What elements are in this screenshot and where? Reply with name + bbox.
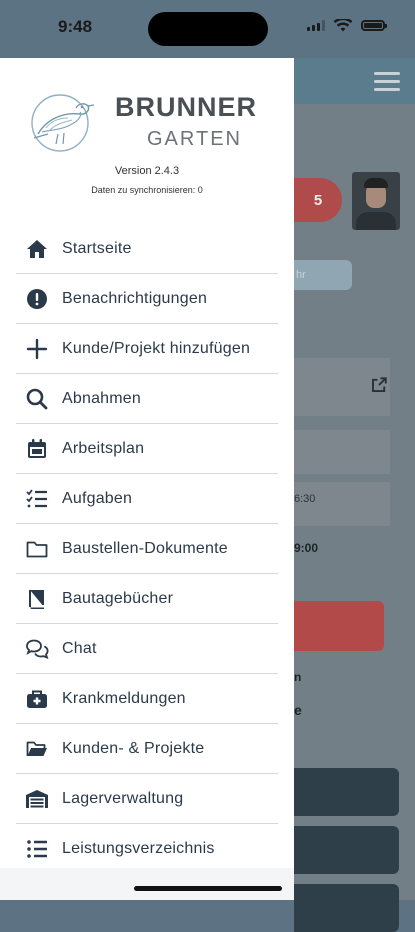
sync-status: Daten zu synchronisieren: 0: [91, 185, 203, 195]
notification-count-badge[interactable]: 5: [294, 178, 342, 222]
menu-item-chat[interactable]: Chat: [16, 624, 278, 674]
menu-item-krankmeldungen[interactable]: Krankmeldungen: [16, 674, 278, 724]
background-dark-button[interactable]: [294, 768, 399, 816]
chat-icon: [24, 636, 50, 662]
bird-logo-icon: [31, 94, 95, 152]
menu-item-label: Bautagebücher: [62, 589, 174, 607]
battery-icon: [361, 20, 387, 31]
menu-item-label: Aufgaben: [62, 489, 133, 507]
brand-name: BRUNNER: [115, 92, 257, 122]
menu-item-label: Kunde/Projekt hinzufügen: [62, 339, 251, 357]
menu-item-startseite[interactable]: Startseite: [16, 224, 278, 274]
list-icon: [24, 836, 50, 862]
alert-circle-icon: [24, 286, 50, 312]
navigation-drawer: BRUNNER GARTEN Version 2.4.3 Daten zu sy…: [0, 58, 294, 900]
hamburger-menu-icon[interactable]: [374, 72, 400, 96]
bottom-safe-area: [0, 868, 294, 900]
menu-item-label: Lagerverwaltung: [62, 789, 184, 807]
menu-item-label: Baustellen-Dokumente: [62, 539, 228, 557]
menu-item-label: Startseite: [62, 239, 132, 257]
book-icon: [24, 586, 50, 612]
folder-open-icon: [24, 736, 50, 762]
external-link-icon[interactable]: [370, 376, 388, 394]
checklist-icon: [24, 486, 50, 512]
background-text: n: [294, 670, 302, 684]
menu-item-leistungsverzeichnis[interactable]: Leistungsverzeichnis: [16, 824, 278, 874]
background-content: 5 hr 6:30 9:00 n e: [294, 104, 415, 932]
menu-item-kunde-projekt-hinzufuegen[interactable]: Kunde/Projekt hinzufügen: [16, 324, 278, 374]
menu-item-kunden-projekte[interactable]: Kunden- & Projekte: [16, 724, 278, 774]
folder-icon: [24, 536, 50, 562]
background-pill-button[interactable]: hr: [294, 260, 352, 290]
menu-item-label: Kunden- & Projekte: [62, 739, 205, 757]
menu-item-bautagebuecher[interactable]: Bautagebücher: [16, 574, 278, 624]
brand-header: BRUNNER GARTEN Version 2.4.3 Daten zu sy…: [0, 58, 294, 228]
search-icon: [24, 386, 50, 412]
menu-item-aufgaben[interactable]: Aufgaben: [16, 474, 278, 524]
wifi-icon: [334, 19, 352, 32]
plus-icon: [24, 336, 50, 362]
drawer-menu: Startseite Benachrichtigungen Kunde/Proj…: [16, 224, 278, 874]
background-header: [294, 58, 415, 104]
background-red-button[interactable]: [294, 601, 384, 651]
warehouse-icon: [24, 786, 50, 812]
app-version: Version 2.4.3: [114, 165, 180, 177]
menu-item-label: Abnahmen: [62, 389, 141, 407]
menu-item-abnahmen[interactable]: Abnahmen: [16, 374, 278, 424]
home-icon: [24, 236, 50, 262]
status-icons: [307, 19, 387, 32]
status-time: 9:48: [58, 17, 93, 36]
menu-item-label: Chat: [62, 639, 97, 657]
avatar[interactable]: [352, 172, 400, 230]
menu-item-label: Krankmeldungen: [62, 689, 186, 707]
background-dark-button[interactable]: [294, 826, 399, 874]
background-card: [294, 430, 390, 474]
home-indicator[interactable]: [134, 886, 282, 891]
menu-item-label: Arbeitsplan: [62, 439, 145, 457]
menu-item-lagerverwaltung[interactable]: Lagerverwaltung: [16, 774, 278, 824]
menu-item-benachrichtigungen[interactable]: Benachrichtigungen: [16, 274, 278, 324]
menu-item-label: Leistungsverzeichnis: [62, 839, 215, 857]
background-time-text: 9:00: [294, 541, 319, 555]
brand-subtitle: GARTEN: [147, 128, 242, 150]
dynamic-island: [148, 12, 268, 46]
menu-item-arbeitsplan[interactable]: Arbeitsplan: [16, 424, 278, 474]
menu-item-label: Benachrichtigungen: [62, 289, 208, 307]
status-bar: 9:48: [0, 0, 415, 58]
background-text: e: [294, 702, 302, 718]
background-time-text: 6:30: [294, 493, 316, 505]
signal-icon: [307, 20, 325, 31]
medkit-icon: [24, 686, 50, 712]
calendar-icon: [24, 436, 50, 462]
background-dark-button[interactable]: [294, 884, 399, 932]
menu-item-baustellen-dokumente[interactable]: Baustellen-Dokumente: [16, 524, 278, 574]
